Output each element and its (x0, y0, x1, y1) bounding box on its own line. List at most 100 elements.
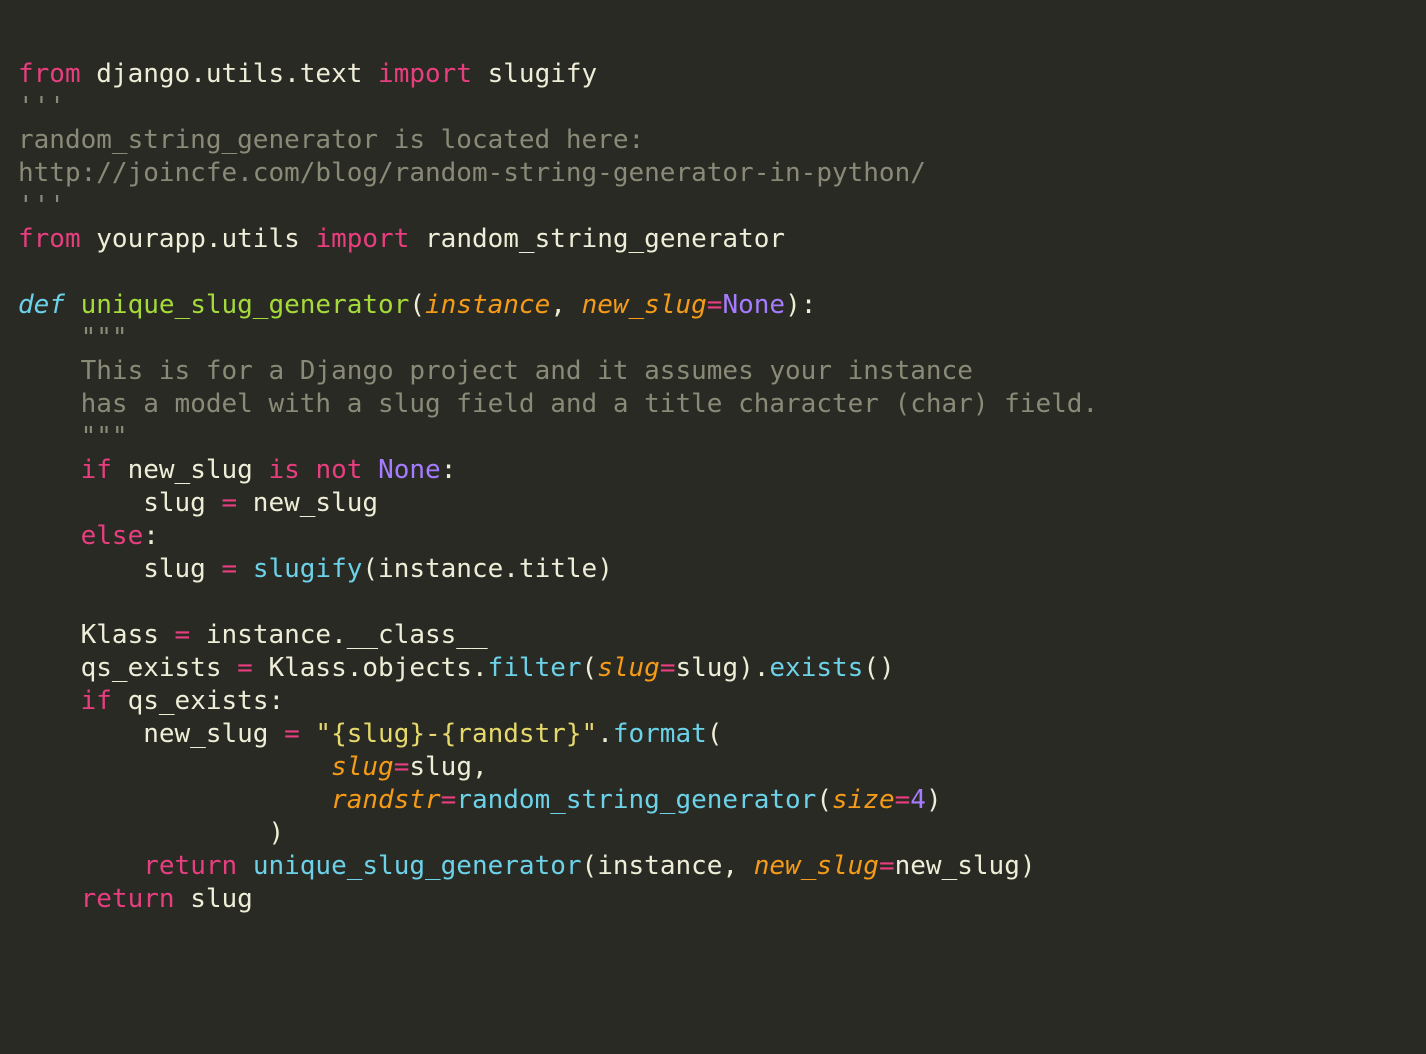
token-kw: from (18, 224, 81, 254)
token-txt (18, 686, 81, 716)
token-txt: slug (175, 884, 253, 914)
code-block: from django.utils.text import slugify ''… (0, 0, 1426, 916)
token-kw: = (222, 554, 238, 584)
token-param: slug (597, 653, 660, 683)
code-line: if new_slug is not None: (18, 455, 456, 485)
token-txt: new_slug (237, 488, 378, 518)
token-txt (18, 323, 81, 353)
token-const: None (378, 455, 441, 485)
token-txt: : (441, 455, 457, 485)
token-txt: . (597, 719, 613, 749)
token-call: unique_slug_generator (253, 851, 582, 881)
token-fn: unique_slug_generator (81, 290, 410, 320)
token-txt (18, 884, 81, 914)
token-cmt: """ (81, 422, 128, 452)
token-kw: = (895, 785, 911, 815)
token-kw: return (81, 884, 175, 914)
token-txt (18, 356, 81, 386)
token-cmt: random_string_generator is located here: (18, 125, 644, 155)
token-cmt: ''' (18, 92, 65, 122)
token-param: new_slug (582, 290, 707, 320)
token-txt: new_slug) (895, 851, 1036, 881)
token-txt: random_string_generator (409, 224, 785, 254)
code-line: """ (18, 422, 128, 452)
token-call: random_string_generator (456, 785, 816, 815)
code-line: slug=slug, (18, 752, 488, 782)
token-txt: django.utils.text (81, 59, 378, 89)
token-txt (300, 455, 316, 485)
code-line: if qs_exists: (18, 686, 284, 716)
token-txt (65, 290, 81, 320)
code-line: randstr=random_string_generator(size=4) (18, 785, 942, 815)
token-const: 4 (910, 785, 926, 815)
code-line: else: (18, 521, 159, 551)
token-def: def (18, 290, 65, 320)
token-kw: is (268, 455, 299, 485)
token-txt: slug). (675, 653, 769, 683)
code-line: random_string_generator is located here: (18, 125, 644, 155)
token-txt: ( (816, 785, 832, 815)
token-txt (18, 752, 331, 782)
token-txt (362, 455, 378, 485)
token-txt (18, 851, 143, 881)
token-txt (18, 521, 81, 551)
token-txt: () (863, 653, 894, 683)
token-cmt: ''' (18, 191, 65, 221)
code-line: """ (18, 323, 128, 353)
code-line: This is for a Django project and it assu… (18, 356, 989, 386)
code-line: http://joincfe.com/blog/random-string-ge… (18, 158, 926, 188)
token-kw: = (237, 653, 253, 683)
token-txt: slug, (409, 752, 487, 782)
token-txt: slug (18, 554, 222, 584)
token-txt: new_slug (18, 719, 284, 749)
token-txt: ): (785, 290, 816, 320)
token-txt (18, 422, 81, 452)
code-line: return unique_slug_generator(instance, n… (18, 851, 1036, 881)
token-call: exists (769, 653, 863, 683)
code-line: has a model with a slug field and a titl… (18, 389, 1098, 419)
token-param: slug (331, 752, 394, 782)
token-txt (18, 389, 81, 419)
token-kw: = (175, 620, 191, 650)
token-kw: = (284, 719, 300, 749)
token-call: filter (488, 653, 582, 683)
token-param: size (832, 785, 895, 815)
code-line: qs_exists = Klass.objects.filter(slug=sl… (18, 653, 895, 683)
token-kw: = (660, 653, 676, 683)
token-txt: (instance.title) (362, 554, 612, 584)
code-line: ''' (18, 92, 65, 122)
token-cmt: """ (81, 323, 128, 353)
token-txt: slug (18, 488, 222, 518)
code-line: slug = new_slug (18, 488, 378, 518)
token-kw: import (315, 224, 409, 254)
token-str: "{slug}-{randstr}" (315, 719, 597, 749)
token-kw: = (222, 488, 238, 518)
token-call: slugify (253, 554, 363, 584)
code-line: ) (18, 818, 284, 848)
token-kw: = (879, 851, 895, 881)
code-line: slug = slugify(instance.title) (18, 554, 613, 584)
token-txt: new_slug (112, 455, 269, 485)
code-line: return slug (18, 884, 253, 914)
code-line: Klass = instance.__class__ (18, 620, 488, 650)
token-txt: (instance, (582, 851, 754, 881)
code-line: def unique_slug_generator(instance, new_… (18, 290, 816, 320)
token-txt: ( (707, 719, 723, 749)
code-line: from yourapp.utils import random_string_… (18, 224, 785, 254)
token-kw: not (315, 455, 362, 485)
token-kw: = (394, 752, 410, 782)
token-cmt: This is for a Django project and it assu… (81, 356, 989, 386)
token-param: new_slug (754, 851, 879, 881)
token-call: format (613, 719, 707, 749)
token-txt (18, 455, 81, 485)
token-kw: if (81, 686, 112, 716)
token-txt: qs_exists: (112, 686, 284, 716)
token-txt (18, 785, 331, 815)
token-txt: instance.__class__ (190, 620, 487, 650)
token-txt: yourapp.utils (81, 224, 316, 254)
token-txt: : (143, 521, 159, 551)
token-kw: = (441, 785, 457, 815)
token-const: None (722, 290, 785, 320)
token-txt (300, 719, 316, 749)
token-txt: , (550, 290, 581, 320)
